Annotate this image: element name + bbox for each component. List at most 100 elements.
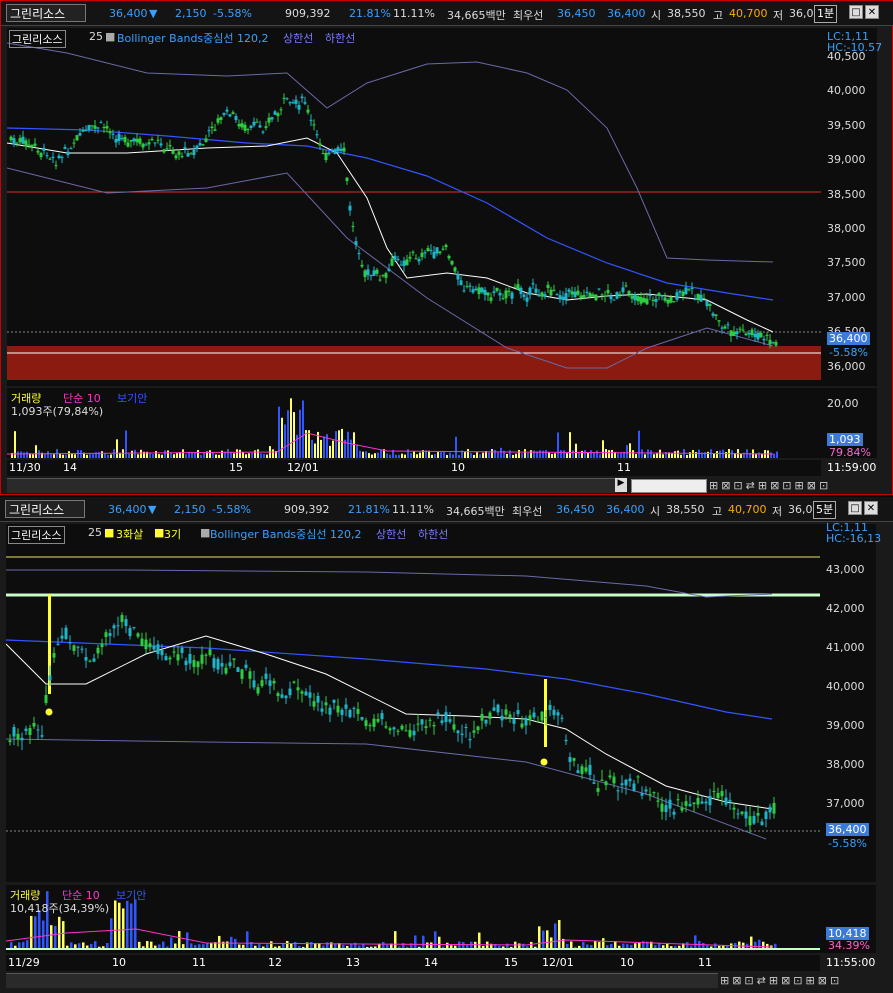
candle-5min: [488, 712, 492, 719]
close-button[interactable]: ✕: [865, 5, 879, 19]
price-chart-5min[interactable]: 그린리소스 25 ■ 3화살 ■ 3기 ■ Bollinger Bands중심선…: [6, 524, 820, 882]
candle-5min: [456, 730, 460, 734]
candle-5min: [68, 642, 72, 644]
candle-1min: [60, 156, 64, 158]
candle-1min: [477, 287, 481, 295]
volume-bar: [335, 431, 337, 458]
volume-bar: [572, 450, 574, 458]
maximize-button[interactable]: □: [848, 501, 862, 515]
volume-bar: [270, 941, 273, 949]
candle-5min: [28, 728, 32, 735]
volume-bar: [86, 454, 88, 458]
volume-bar: [641, 449, 643, 458]
volume-bar: [605, 449, 607, 458]
volume-bar: [356, 444, 358, 458]
candle-5min: [384, 726, 388, 728]
bullet-icon: ■: [200, 526, 211, 539]
volume-bar: [413, 451, 415, 458]
candle-1min: [540, 292, 544, 297]
volume-bar: [287, 410, 289, 458]
candle-1min: [492, 291, 496, 293]
candle-1min: [96, 127, 100, 129]
volume-bar: [554, 453, 556, 458]
volume-bar: [239, 449, 241, 458]
bullet-icon: ■: [154, 526, 165, 539]
x-label: 10: [112, 956, 126, 969]
zoom-slider[interactable]: [631, 479, 707, 493]
volume-bar: [563, 450, 565, 458]
candle-1min: [174, 155, 178, 159]
volume-bar: [719, 450, 721, 458]
stock-code-field[interactable]: 그린리소스: [5, 500, 85, 518]
stock-code-field[interactable]: 그린리소스: [6, 4, 86, 22]
volume-bar: [653, 454, 655, 458]
candle-5min: [240, 669, 244, 679]
candle-1min: [30, 145, 34, 147]
volume-bar: [47, 451, 49, 458]
volume-bar: [34, 916, 37, 949]
candle-5min: [80, 648, 84, 650]
volume-bar: [20, 451, 22, 458]
candle-1min: [774, 341, 778, 346]
candle-1min: [750, 329, 754, 336]
volume-bar: [557, 432, 559, 458]
volume-bar: [470, 453, 472, 458]
candle-5min: [764, 811, 768, 819]
chart-toolbar-icons[interactable]: ⊞⊠⊡⇄⊞⊠⊡⊞⊠⊡: [709, 479, 875, 492]
x-axis-5min: 11/29 10 11 12 13 14 15 12/01 10 11: [6, 955, 820, 971]
candle-1min: [687, 289, 691, 291]
candle-5min: [756, 813, 760, 816]
volume-bar: [776, 451, 778, 458]
chart-toolbar-icons[interactable]: ⊞⊠⊡⇄⊞⊠⊡⊞⊠⊡: [720, 974, 890, 987]
volume-bar: [530, 941, 533, 949]
horizontal-scrollbar[interactable]: [6, 973, 718, 988]
legend-lower: 하한선: [418, 528, 449, 541]
timeframe-button[interactable]: 1분: [814, 5, 838, 23]
candle-1min: [276, 113, 280, 117]
candle-1min: [165, 148, 169, 150]
candle-1min: [315, 134, 319, 136]
volume-bar: [599, 454, 601, 458]
timeframe-button[interactable]: 5분: [813, 501, 837, 519]
candle-1min: [186, 153, 190, 157]
candle-1min: [288, 102, 292, 104]
candle-1min: [486, 292, 490, 296]
volume-bar: [215, 454, 217, 458]
candle-1min: [189, 153, 193, 155]
legend-upper: 상한선: [283, 32, 314, 45]
candle-5min: [400, 725, 404, 730]
volume-chart-5min[interactable]: 거래량 단순 10 보기안 10,418주(34,39%): [6, 885, 820, 953]
volume-bar: [23, 452, 25, 458]
volume-bar: [150, 941, 153, 949]
candle-5min: [772, 803, 776, 814]
volume-bar: [611, 449, 613, 458]
scroll-right-button[interactable]: ▶: [615, 478, 627, 492]
legend-bb: Bollinger Bands중심선 120,2: [117, 32, 269, 45]
down-arrow-icon: ▼: [149, 7, 158, 20]
candle-5min: [508, 714, 512, 718]
volume-bar: [155, 451, 157, 458]
volume-bar: [251, 452, 253, 458]
candle-5min: [460, 733, 464, 736]
volume-bar: [30, 915, 33, 949]
candle-1min: [498, 292, 502, 296]
volume-bar: [329, 445, 331, 458]
red-band: [7, 346, 821, 380]
candle-1min: [99, 122, 103, 124]
horizontal-scrollbar[interactable]: [7, 478, 619, 493]
volume-bar: [416, 454, 418, 458]
volume-bar: [558, 920, 561, 949]
candle-1min: [333, 149, 337, 154]
candle-1min: [252, 121, 256, 126]
maximize-button[interactable]: □: [849, 5, 863, 19]
volume-chart-1min[interactable]: 거래량 단순 10 보기안 1,093주(79,84%): [7, 388, 821, 458]
volume-bar: [94, 941, 97, 949]
price-chart-1min[interactable]: 그린리소스 25 ■ Bollinger Bands중심선 120,2 상한선 …: [7, 28, 821, 386]
candle-1min: [720, 327, 724, 329]
open-label: 시: [650, 505, 661, 518]
bullet-icon: ■: [104, 526, 115, 539]
close-button[interactable]: ✕: [864, 501, 878, 515]
candle-1min: [156, 139, 160, 141]
candle-5min: [424, 726, 428, 728]
signal-dot: [540, 758, 548, 766]
